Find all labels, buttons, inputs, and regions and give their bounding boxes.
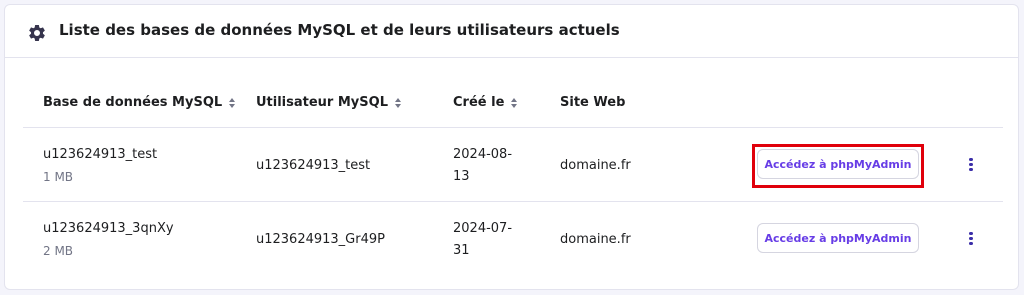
column-header-label: Créé le bbox=[453, 95, 505, 110]
created-date-line2: 31 bbox=[453, 243, 470, 258]
more-options-icon[interactable] bbox=[966, 230, 976, 246]
mysql-user: u123624913_test bbox=[256, 158, 371, 173]
gear-icon bbox=[29, 24, 45, 41]
column-header-label: Site Web bbox=[560, 95, 626, 110]
database-name: u123624913_3qnXy bbox=[43, 221, 174, 236]
created-date-line1: 2024-08- bbox=[453, 147, 513, 162]
row-divider bbox=[23, 127, 1003, 128]
column-header-created[interactable]: Créé le bbox=[453, 95, 518, 110]
sort-icon[interactable] bbox=[228, 97, 236, 109]
column-header-label: Utilisateur MySQL bbox=[256, 95, 388, 110]
phpmyadmin-button[interactable]: Accédez à phpMyAdmin bbox=[757, 149, 919, 179]
created-date-line1: 2024-07- bbox=[453, 221, 513, 236]
website: domaine.fr bbox=[560, 232, 631, 247]
column-header-database[interactable]: Base de données MySQL bbox=[43, 95, 236, 110]
phpmyadmin-button[interactable]: Accédez à phpMyAdmin bbox=[757, 223, 919, 253]
sort-icon[interactable] bbox=[394, 97, 402, 109]
row-divider bbox=[23, 201, 1003, 202]
more-options-icon[interactable] bbox=[966, 156, 976, 172]
database-size: 1 MB bbox=[43, 170, 74, 184]
website: domaine.fr bbox=[560, 158, 631, 173]
mysql-user: u123624913_Gr49P bbox=[256, 232, 385, 247]
database-name: u123624913_test bbox=[43, 147, 158, 162]
column-header-website: Site Web bbox=[560, 95, 625, 110]
column-header-user[interactable]: Utilisateur MySQL bbox=[256, 95, 402, 110]
database-size: 2 MB bbox=[43, 244, 74, 258]
card-title: Liste des bases de données MySQL et de l… bbox=[59, 21, 620, 39]
column-header-label: Base de données MySQL bbox=[43, 95, 223, 110]
card-header: Liste des bases de données MySQL et de l… bbox=[5, 5, 1018, 58]
sort-icon[interactable] bbox=[510, 97, 518, 109]
created-date-line2: 13 bbox=[453, 169, 470, 184]
databases-card: Liste des bases de données MySQL et de l… bbox=[4, 4, 1019, 290]
